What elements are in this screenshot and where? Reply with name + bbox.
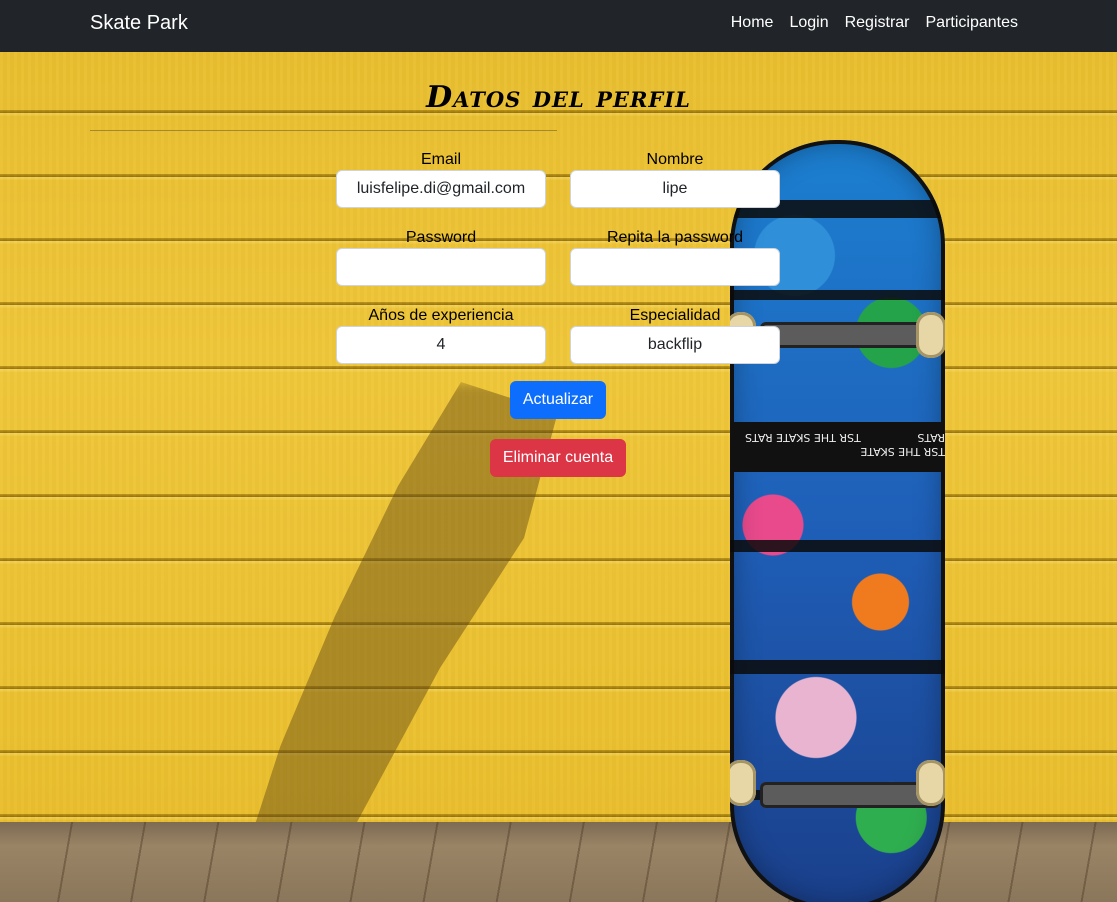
brand-link[interactable]: Skate Park xyxy=(90,12,188,35)
repeat-password-field[interactable] xyxy=(570,248,780,286)
title-divider xyxy=(90,130,557,131)
nav-link-participantes[interactable]: Participantes xyxy=(926,14,1019,32)
experience-field[interactable] xyxy=(336,326,546,364)
navbar: Skate Park Home Login Registrar Particip… xyxy=(0,0,1117,52)
nombre-label: Nombre xyxy=(646,151,704,168)
nombre-group: Nombre xyxy=(570,150,780,208)
experience-group: Años de experiencia xyxy=(336,306,546,364)
repeat-password-label: Repita la password xyxy=(606,229,744,246)
email-label: Email xyxy=(420,151,461,168)
profile-content: Datos del perfil Email Nombre Password R… xyxy=(0,52,1117,902)
email-group: Email xyxy=(336,150,546,208)
specialty-field[interactable] xyxy=(570,326,780,364)
nav-link-login[interactable]: Login xyxy=(789,14,828,32)
update-button[interactable]: Actualizar xyxy=(510,381,606,419)
password-group: Password xyxy=(336,228,546,286)
specialty-label: Especialidad xyxy=(629,307,721,324)
specialty-group: Especialidad xyxy=(570,306,780,364)
nav-link-home[interactable]: Home xyxy=(731,14,774,32)
password-field[interactable] xyxy=(336,248,546,286)
nav-links: Home Login Registrar Participantes xyxy=(731,14,1018,32)
email-field[interactable] xyxy=(336,170,546,208)
password-label: Password xyxy=(405,229,477,246)
nombre-field[interactable] xyxy=(570,170,780,208)
repeat-password-group: Repita la password xyxy=(570,228,780,286)
experience-label: Años de experiencia xyxy=(368,307,514,324)
nav-link-registrar[interactable]: Registrar xyxy=(845,14,910,32)
delete-account-button[interactable]: Eliminar cuenta xyxy=(490,439,626,477)
page-title: Datos del perfil xyxy=(426,80,691,115)
